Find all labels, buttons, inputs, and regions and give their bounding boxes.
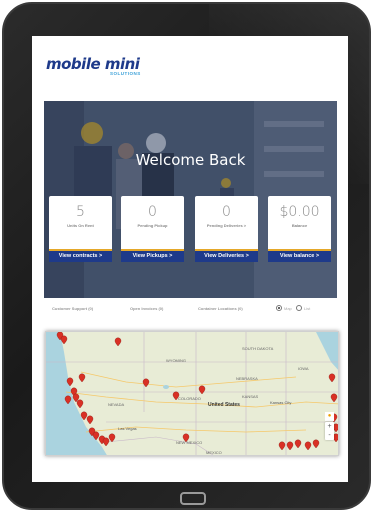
brand-tagline: SOLUTIONS xyxy=(110,71,141,76)
tab-customer-support[interactable]: Customer Support (0) xyxy=(52,306,93,311)
card-label: Balance xyxy=(291,223,308,228)
app-screen: mobile mini SOLUTIONS Welcome Back 5 Uni… xyxy=(32,36,348,482)
view-pickups-button[interactable]: View Pickups > xyxy=(121,251,184,262)
zoom-control: + - xyxy=(325,422,334,440)
map-label-nevada: NEVADA xyxy=(108,402,124,407)
welcome-title: Welcome Back xyxy=(135,151,246,169)
zoom-in-button[interactable]: + xyxy=(325,422,334,431)
map-radio-label: Map xyxy=(284,306,292,311)
card-value: $0.00 xyxy=(279,204,320,220)
map-label-mexico: MEXICO xyxy=(206,450,222,455)
hero-banner: Welcome Back 5 Units On Rent View contra… xyxy=(44,101,337,298)
card-value: 0 xyxy=(148,204,157,220)
map-canvas: NEVADA United States Las Vegas MEXICO NE… xyxy=(46,332,338,455)
home-button[interactable] xyxy=(180,492,206,505)
map-label-south-dakota: SOUTH DAKOTA xyxy=(242,346,274,351)
map-label-united-states: United States xyxy=(208,402,240,408)
map-label-las-vegas: Las Vegas xyxy=(118,426,137,431)
map-label-kansas-city: Kansas City xyxy=(270,400,291,405)
card-label: Units On Rent xyxy=(67,223,94,228)
list-radio-label: List xyxy=(304,306,311,311)
card-label: Pending Deliveries > xyxy=(206,223,247,228)
card-pending-pickup: 0 Pending Pickup View Pickups > xyxy=(121,196,184,262)
card-units-on-rent: 5 Units On Rent View contracts > xyxy=(49,196,112,262)
zoom-out-button[interactable]: - xyxy=(325,431,334,440)
card-balance: $0.00 Balance View balance > xyxy=(268,196,331,262)
tab-open-invoices[interactable]: Open Invoices (0) xyxy=(130,306,163,311)
card-value: 5 xyxy=(76,204,85,220)
tab-container-locations[interactable]: Container Locations (0) xyxy=(198,306,243,311)
view-balance-button[interactable]: View balance > xyxy=(268,251,331,262)
map-label-wyoming: WYOMING xyxy=(166,358,186,363)
brand-logo[interactable]: mobile mini SOLUTIONS xyxy=(46,56,166,86)
map-label-iowa: IOWA xyxy=(298,366,309,371)
street-view-icon[interactable]: ● xyxy=(325,412,334,421)
locations-map[interactable]: NEVADA United States Las Vegas MEXICO NE… xyxy=(45,331,339,456)
card-pending-deliveries: 0 Pending Deliveries > View Deliveries > xyxy=(195,196,258,262)
account-tabs: Customer Support (0) Open Invoices (0) C… xyxy=(52,304,342,314)
map-radio[interactable] xyxy=(276,305,282,311)
map-label-new-mexico: NEW MEXICO xyxy=(176,440,202,445)
map-label-colorado: COLORADO xyxy=(178,396,201,401)
view-deliveries-button[interactable]: View Deliveries > xyxy=(195,251,258,262)
card-label: Pending Pickup xyxy=(137,223,168,228)
card-value: 0 xyxy=(222,204,231,220)
map-label-nebraska: NEBRASKA xyxy=(236,376,258,381)
brand-name: mobile mini xyxy=(46,55,140,73)
map-label-kansas: KANSAS xyxy=(242,394,259,399)
list-radio[interactable] xyxy=(296,305,302,311)
view-contracts-button[interactable]: View contracts > xyxy=(49,251,112,262)
